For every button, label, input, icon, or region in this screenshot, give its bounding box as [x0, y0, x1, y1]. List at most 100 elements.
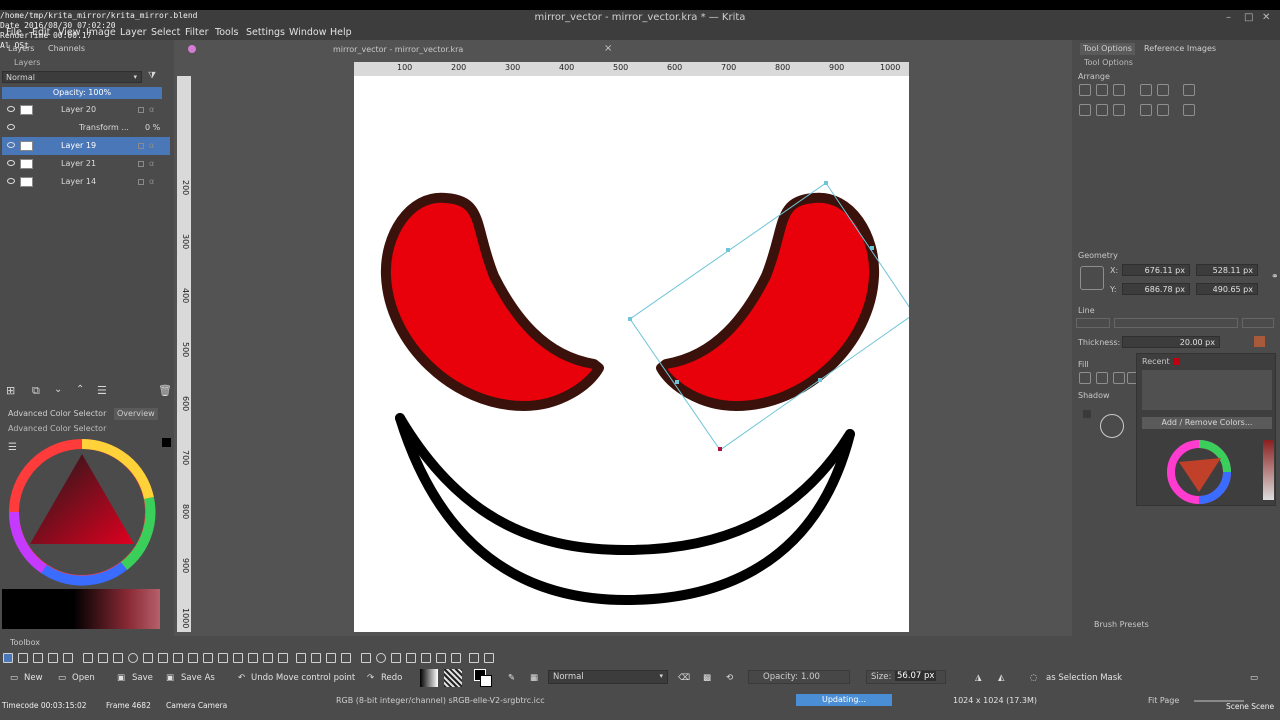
smart-patch-tool-icon[interactable] — [278, 653, 288, 663]
y-position-field[interactable]: 686.78 px — [1122, 283, 1190, 295]
rect-select-tool-icon[interactable] — [361, 653, 371, 663]
minimize-icon[interactable]: – — [1226, 10, 1231, 26]
contiguous-select-tool-icon[interactable] — [421, 653, 431, 663]
pattern-swatch[interactable] — [444, 669, 462, 687]
line-dash-select[interactable] — [1114, 318, 1238, 328]
duplicate-layer-icon[interactable]: ⧉ — [32, 384, 40, 398]
selection-mask-icon[interactable]: ◌ — [1030, 672, 1037, 684]
new-button[interactable]: New — [24, 672, 43, 684]
popup-color-wheel[interactable] — [1165, 438, 1233, 506]
send-back-icon[interactable] — [1140, 104, 1152, 116]
control-point-handle[interactable] — [628, 317, 632, 321]
width-field[interactable]: 528.11 px — [1196, 264, 1258, 276]
mirror-horizontal-icon[interactable]: ◮ — [975, 672, 982, 684]
current-color-swatch[interactable] — [162, 438, 171, 447]
align-bottom-icon[interactable] — [1113, 104, 1125, 116]
layer-properties-icon[interactable]: ☰ — [97, 384, 107, 397]
gradient-tool-icon[interactable] — [63, 653, 73, 663]
size-field[interactable]: Size: 56.07 px — [866, 670, 946, 684]
crop-tool-icon[interactable] — [233, 653, 243, 663]
edit-shapes-tool-icon[interactable] — [33, 653, 43, 663]
ellipse-tool-icon[interactable] — [128, 653, 138, 663]
add-layer-icon[interactable]: ⊞ — [6, 384, 15, 397]
polygon-tool-icon[interactable] — [143, 653, 153, 663]
layer-row[interactable]: Layer 14 α — [2, 173, 170, 191]
lower-icon[interactable] — [1157, 104, 1169, 116]
alpha-lock-icon[interactable]: ▩ — [703, 672, 711, 684]
new-icon[interactable]: ▭ — [10, 672, 18, 684]
canvas[interactable] — [354, 76, 909, 632]
recent-colors-area[interactable] — [1142, 370, 1272, 410]
document-tab[interactable]: mirror_vector - mirror_vector.kra — [333, 45, 463, 54]
text-tool-icon[interactable] — [18, 653, 28, 663]
bring-front-icon[interactable] — [1140, 84, 1152, 96]
lock-icon[interactable] — [138, 143, 144, 149]
ungroup-icon[interactable] — [1183, 104, 1195, 116]
open-icon[interactable]: ▭ — [58, 672, 66, 684]
calligraphy-tool-icon[interactable] — [48, 653, 58, 663]
bezier-tool-icon[interactable] — [173, 653, 183, 663]
assistant-tool-icon[interactable] — [341, 653, 351, 663]
zoom-fit-page[interactable]: Fit Page — [1148, 696, 1179, 705]
redo-icon[interactable]: ↷ — [367, 672, 374, 684]
undo-button[interactable]: Undo Move control point — [251, 672, 355, 684]
line-cap-select[interactable] — [1242, 318, 1274, 328]
move-tool-icon[interactable] — [263, 653, 273, 663]
delete-layer-icon[interactable]: 🗑 — [158, 384, 172, 397]
color-history-strip[interactable] — [2, 589, 160, 629]
filter-icon[interactable]: ⧩ — [148, 71, 156, 81]
ellipse-select-tool-icon[interactable] — [376, 653, 386, 663]
gradient-swatch[interactable] — [420, 669, 438, 687]
restore-icon[interactable]: □ — [1244, 10, 1253, 26]
shadow-angle-dial[interactable] — [1100, 414, 1124, 438]
selection-mask-toggle[interactable]: as Selection Mask — [1046, 672, 1122, 684]
freehand-select-tool-icon[interactable] — [406, 653, 416, 663]
eye-icon[interactable] — [7, 160, 15, 166]
save-icon[interactable]: ▣ — [117, 672, 125, 684]
mirror-vertical-icon[interactable]: ◭ — [998, 672, 1005, 684]
line-style-select[interactable] — [1076, 318, 1110, 328]
polyline-tool-icon[interactable] — [158, 653, 168, 663]
move-up-icon[interactable]: ⌃ — [76, 384, 84, 395]
zoom-tool-icon[interactable] — [469, 653, 479, 663]
undo-icon[interactable]: ↶ — [238, 672, 245, 684]
alpha-icon[interactable]: α — [149, 137, 154, 155]
save-button[interactable]: Save — [132, 672, 153, 684]
blend-mode-select[interactable]: Normal ▾ — [2, 71, 142, 83]
dynamic-brush-tool-icon[interactable] — [203, 653, 213, 663]
tab-tool-options[interactable]: Tool Options — [1080, 43, 1135, 55]
redo-button[interactable]: Redo — [381, 672, 402, 684]
lock-icon[interactable] — [138, 161, 144, 167]
polygon-select-tool-icon[interactable] — [391, 653, 401, 663]
menu-tools[interactable]: Tools — [215, 26, 238, 40]
align-left-icon[interactable] — [1079, 84, 1091, 96]
menu-window[interactable]: Window — [289, 26, 326, 40]
rectangle-tool-icon[interactable] — [113, 653, 123, 663]
control-point-handle[interactable] — [718, 447, 722, 451]
color-wheel[interactable] — [4, 436, 160, 588]
solid-fill-icon[interactable] — [1096, 372, 1108, 384]
menu-help[interactable]: Help — [330, 26, 352, 40]
layer-row[interactable]: Transform ... 0 % — [2, 119, 170, 137]
similar-select-tool-icon[interactable] — [436, 653, 446, 663]
add-remove-colors-button[interactable]: Add / Remove Colors... — [1142, 417, 1272, 429]
align-top-icon[interactable] — [1079, 104, 1091, 116]
brush-tool-icon[interactable] — [83, 653, 93, 663]
background-color-swatch[interactable] — [480, 675, 492, 687]
edit-brush-icon[interactable]: ✎ — [508, 672, 515, 684]
link-icon[interactable]: ⚭ — [1271, 272, 1279, 282]
transform-tool-icon[interactable] — [248, 653, 258, 663]
alpha-icon[interactable]: α — [149, 155, 154, 173]
thickness-field[interactable]: 20.00 px — [1122, 336, 1220, 348]
layer-row[interactable]: Layer 19 α — [2, 137, 170, 155]
stroke-color-swatch[interactable] — [1254, 336, 1265, 347]
eye-icon[interactable] — [7, 124, 15, 130]
fill-tool-icon[interactable] — [296, 653, 306, 663]
freehand-path-tool-icon[interactable] — [188, 653, 198, 663]
bezier-select-tool-icon[interactable] — [451, 653, 461, 663]
alpha-icon[interactable]: α — [149, 101, 154, 119]
menu-settings[interactable]: Settings — [246, 26, 285, 40]
anchor-point-icon[interactable] — [1080, 266, 1104, 290]
group-icon[interactable] — [1183, 84, 1195, 96]
control-point-handle[interactable] — [818, 378, 822, 382]
